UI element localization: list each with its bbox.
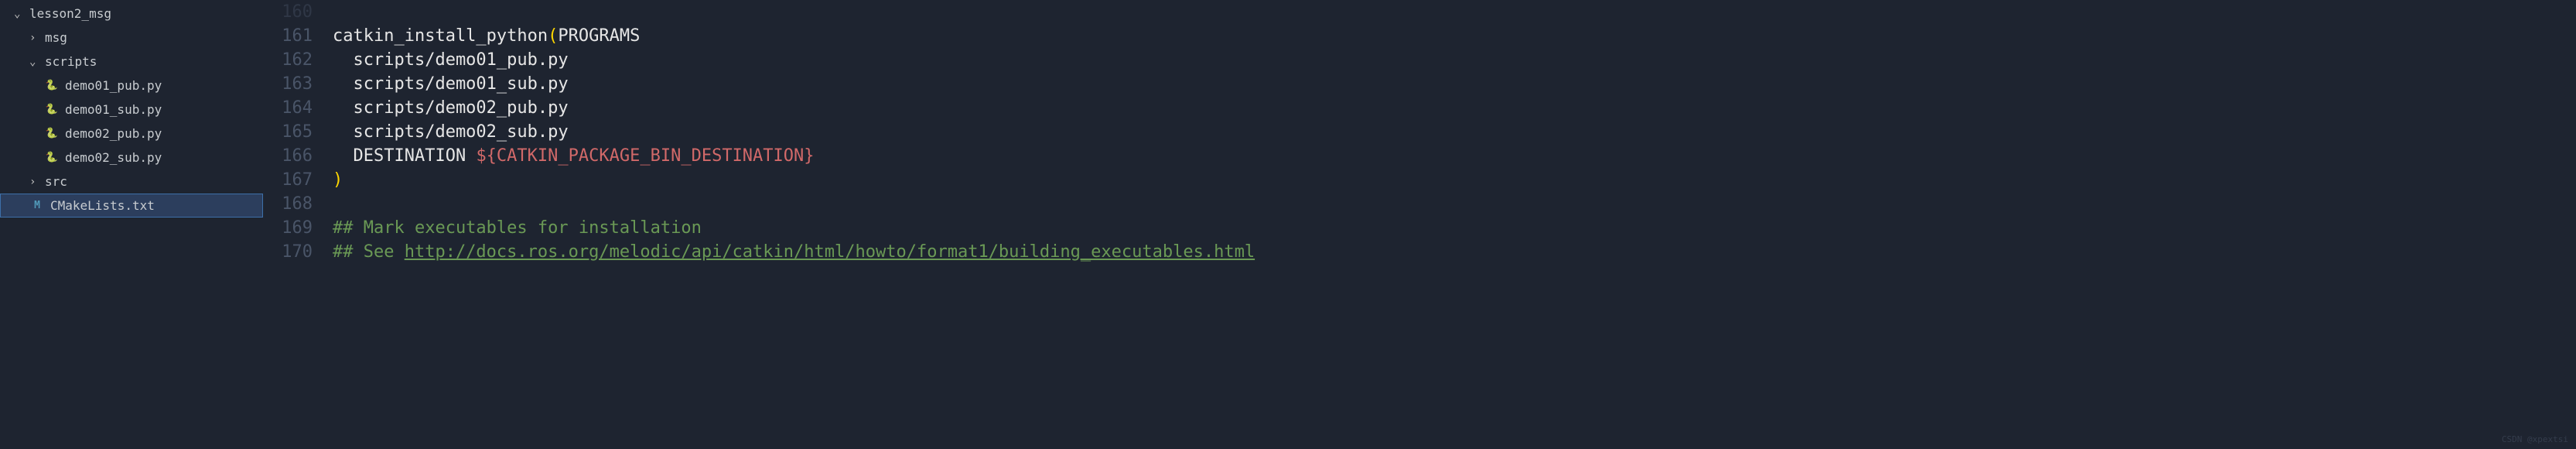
code-line: ) — [333, 168, 2576, 192]
code-line: scripts/demo02_pub.py — [333, 96, 2576, 120]
tree-item-label: scripts — [45, 54, 97, 69]
tree-folder[interactable]: ⌄ scripts — [0, 50, 263, 74]
tree-item-label: demo02_sub.py — [65, 150, 162, 165]
code-line: catkin_install_python(PROGRAMS — [333, 24, 2576, 48]
cmake-icon: M — [30, 199, 44, 213]
chevron-right-icon: › — [29, 32, 40, 44]
code-content[interactable]: catkin_install_python(PROGRAMS scripts/d… — [333, 0, 2576, 449]
code-line — [333, 192, 2576, 216]
line-number: 161 — [263, 24, 313, 48]
tree-file[interactable]: 🐍 demo01_sub.py — [0, 98, 263, 122]
explorer-sidebar: ⌄ lesson2_msg › msg ⌄ scripts 🐍 demo01_pub.py… — [0, 0, 263, 449]
code-line-partial — [333, 0, 2576, 24]
chevron-right-icon: › — [29, 176, 40, 188]
line-number: 167 — [263, 168, 313, 192]
tree-item-label: demo01_pub.py — [65, 78, 162, 93]
python-icon: 🐍 — [45, 103, 59, 117]
code-editor[interactable]: 160 161162163164165166167168169170 catki… — [263, 0, 2576, 449]
chevron-down-icon: ⌄ — [29, 56, 40, 68]
line-number: 170 — [263, 240, 313, 264]
code-line: scripts/demo01_sub.py — [333, 72, 2576, 96]
tree-root-label: lesson2_msg — [29, 6, 111, 21]
python-icon: 🐍 — [45, 151, 59, 165]
tree-file[interactable]: 🐍 demo01_pub.py — [0, 74, 263, 98]
line-number: 169 — [263, 216, 313, 240]
tree-folder[interactable]: › src — [0, 170, 263, 194]
line-number-gutter: 160 161162163164165166167168169170 — [263, 0, 333, 449]
watermark: CSDN @xpextsi — [2502, 434, 2568, 444]
line-number: 160 — [263, 0, 313, 24]
tree-file[interactable]: M CMakeLists.txt — [0, 194, 263, 218]
code-line: scripts/demo01_pub.py — [333, 48, 2576, 72]
line-number: 164 — [263, 96, 313, 120]
tree-item-label: msg — [45, 30, 67, 45]
line-number: 165 — [263, 120, 313, 144]
tree-root-folder[interactable]: ⌄ lesson2_msg — [0, 2, 263, 26]
code-line: DESTINATION ${CATKIN_PACKAGE_BIN_DESTINA… — [333, 144, 2576, 168]
chevron-down-icon: ⌄ — [14, 8, 25, 20]
tree-item-label: demo02_pub.py — [65, 126, 162, 141]
line-number: 162 — [263, 48, 313, 72]
tree-item-label: CMakeLists.txt — [50, 198, 155, 213]
python-icon: 🐍 — [45, 127, 59, 141]
code-line: ## Mark executables for installation — [333, 216, 2576, 240]
tree-file[interactable]: 🐍 demo02_sub.py — [0, 146, 263, 170]
line-number: 166 — [263, 144, 313, 168]
tree-item-label: demo01_sub.py — [65, 102, 162, 117]
tree-item-label: src — [45, 174, 67, 189]
code-line: ## See http://docs.ros.org/melodic/api/c… — [333, 240, 2576, 264]
tree-folder[interactable]: › msg — [0, 26, 263, 50]
tree-file[interactable]: 🐍 demo02_pub.py — [0, 122, 263, 146]
python-icon: 🐍 — [45, 79, 59, 93]
line-number: 163 — [263, 72, 313, 96]
code-line: scripts/demo02_sub.py — [333, 120, 2576, 144]
line-number: 168 — [263, 192, 313, 216]
